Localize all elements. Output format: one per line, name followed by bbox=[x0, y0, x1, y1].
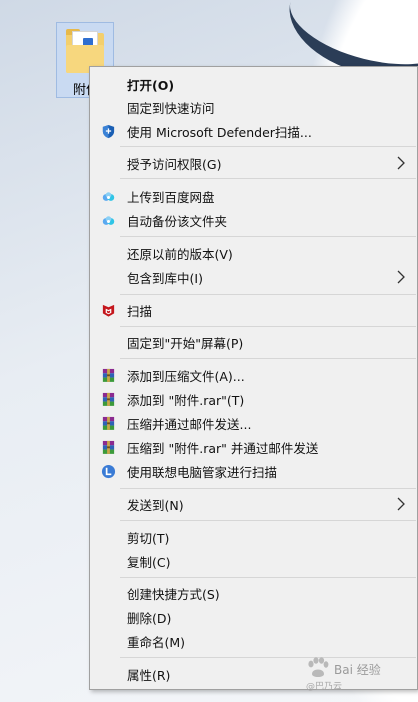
menu-item-label: 发送到(N) bbox=[127, 497, 184, 513]
lenovo-pc-manager-icon bbox=[101, 464, 116, 478]
menu-item-rename[interactable]: 重命名(M) bbox=[90, 629, 417, 653]
menu-item-auto-backup[interactable]: 自动备份该文件夹 bbox=[90, 208, 417, 232]
mcafee-icon bbox=[102, 304, 115, 317]
desktop-background: 附件 打开(O) 固定到快速访问 使用 Microsoft Defender扫描… bbox=[0, 0, 418, 702]
menu-item-label: 重命名(M) bbox=[127, 634, 186, 650]
menu-separator bbox=[120, 146, 416, 147]
menu-separator bbox=[120, 577, 416, 578]
menu-item-label: 还原以前的版本(V) bbox=[127, 246, 233, 262]
menu-item-create-shortcut[interactable]: 创建快捷方式(S) bbox=[90, 581, 417, 605]
menu-item-compress-email[interactable]: 压缩并通过邮件发送... bbox=[90, 411, 417, 435]
baidu-jingyan-watermark: Bai 经验 @巴乃云 bbox=[300, 655, 418, 695]
winrar-icon bbox=[102, 392, 115, 406]
menu-item-grant-access[interactable]: 授予访问权限(G) bbox=[90, 151, 417, 175]
menu-item-label: 自动备份该文件夹 bbox=[127, 213, 228, 229]
menu-item-defender-scan[interactable]: 使用 Microsoft Defender扫描... bbox=[90, 119, 417, 143]
watermark-text: Bai 经验 bbox=[334, 663, 381, 677]
baidu-netdisk-icon bbox=[102, 215, 115, 225]
menu-separator bbox=[120, 178, 416, 179]
menu-item-send-to[interactable]: 发送到(N) bbox=[90, 492, 417, 516]
menu-item-label: 删除(D) bbox=[127, 610, 172, 626]
menu-item-label: 压缩到 "附件.rar" 并通过邮件发送 bbox=[127, 440, 319, 456]
chevron-right-icon bbox=[397, 156, 405, 170]
menu-separator bbox=[120, 488, 416, 489]
menu-item-pin-start[interactable]: 固定到"开始"屏幕(P) bbox=[90, 330, 417, 354]
menu-item-add-rar[interactable]: 添加到 "附件.rar"(T) bbox=[90, 387, 417, 411]
menu-item-label: 属性(R) bbox=[127, 667, 171, 683]
menu-item-label: 授予访问权限(G) bbox=[127, 156, 222, 172]
menu-item-add-archive[interactable]: 添加到压缩文件(A)... bbox=[90, 363, 417, 387]
menu-item-upload-baidu[interactable]: 上传到百度网盘 bbox=[90, 184, 417, 208]
menu-item-label: 打开(O) bbox=[127, 77, 175, 93]
winrar-icon bbox=[102, 440, 115, 454]
menu-item-compress-rar-email[interactable]: 压缩到 "附件.rar" 并通过邮件发送 bbox=[90, 435, 417, 459]
menu-separator bbox=[120, 236, 416, 237]
menu-item-open[interactable]: 打开(O) bbox=[90, 72, 417, 96]
menu-item-label: 压缩并通过邮件发送... bbox=[127, 416, 252, 432]
menu-item-label: 扫描 bbox=[127, 303, 153, 319]
menu-item-pin-quick-access[interactable]: 固定到快速访问 bbox=[90, 95, 417, 119]
menu-item-label: 添加到 "附件.rar"(T) bbox=[127, 392, 245, 408]
menu-item-include-library[interactable]: 包含到库中(I) bbox=[90, 265, 417, 289]
chevron-right-icon bbox=[397, 497, 405, 511]
menu-item-lenovo-scan[interactable]: 使用联想电脑管家进行扫描 bbox=[90, 459, 417, 483]
menu-item-mcafee-scan[interactable]: 扫描 bbox=[90, 298, 417, 322]
menu-item-label: 固定到"开始"屏幕(P) bbox=[127, 335, 244, 351]
menu-item-label: 包含到库中(I) bbox=[127, 270, 203, 286]
menu-item-label: 使用 Microsoft Defender扫描... bbox=[127, 124, 312, 140]
menu-item-label: 创建快捷方式(S) bbox=[127, 586, 220, 602]
menu-item-label: 复制(C) bbox=[127, 554, 171, 570]
menu-item-label: 使用联想电脑管家进行扫描 bbox=[127, 464, 278, 480]
menu-item-cut[interactable]: 剪切(T) bbox=[90, 525, 417, 549]
menu-separator bbox=[120, 520, 416, 521]
winrar-icon bbox=[102, 416, 115, 430]
defender-shield-icon bbox=[102, 124, 115, 138]
watermark-author: @巴乃云 bbox=[306, 682, 343, 692]
menu-item-label: 固定到快速访问 bbox=[127, 100, 215, 116]
menu-separator bbox=[120, 358, 416, 359]
menu-item-restore-versions[interactable]: 还原以前的版本(V) bbox=[90, 241, 417, 265]
winrar-icon bbox=[102, 368, 115, 382]
menu-item-label: 剪切(T) bbox=[127, 530, 170, 546]
baidu-netdisk-icon bbox=[102, 191, 115, 201]
menu-item-label: 添加到压缩文件(A)... bbox=[127, 368, 245, 384]
menu-item-copy[interactable]: 复制(C) bbox=[90, 549, 417, 573]
context-menu: 打开(O) 固定到快速访问 使用 Microsoft Defender扫描...… bbox=[89, 66, 418, 690]
baidu-paw-icon bbox=[308, 657, 329, 677]
menu-item-delete[interactable]: 删除(D) bbox=[90, 605, 417, 629]
chevron-right-icon bbox=[397, 270, 405, 284]
menu-item-label: 上传到百度网盘 bbox=[127, 189, 215, 205]
menu-separator bbox=[120, 326, 416, 327]
menu-separator bbox=[120, 294, 416, 295]
